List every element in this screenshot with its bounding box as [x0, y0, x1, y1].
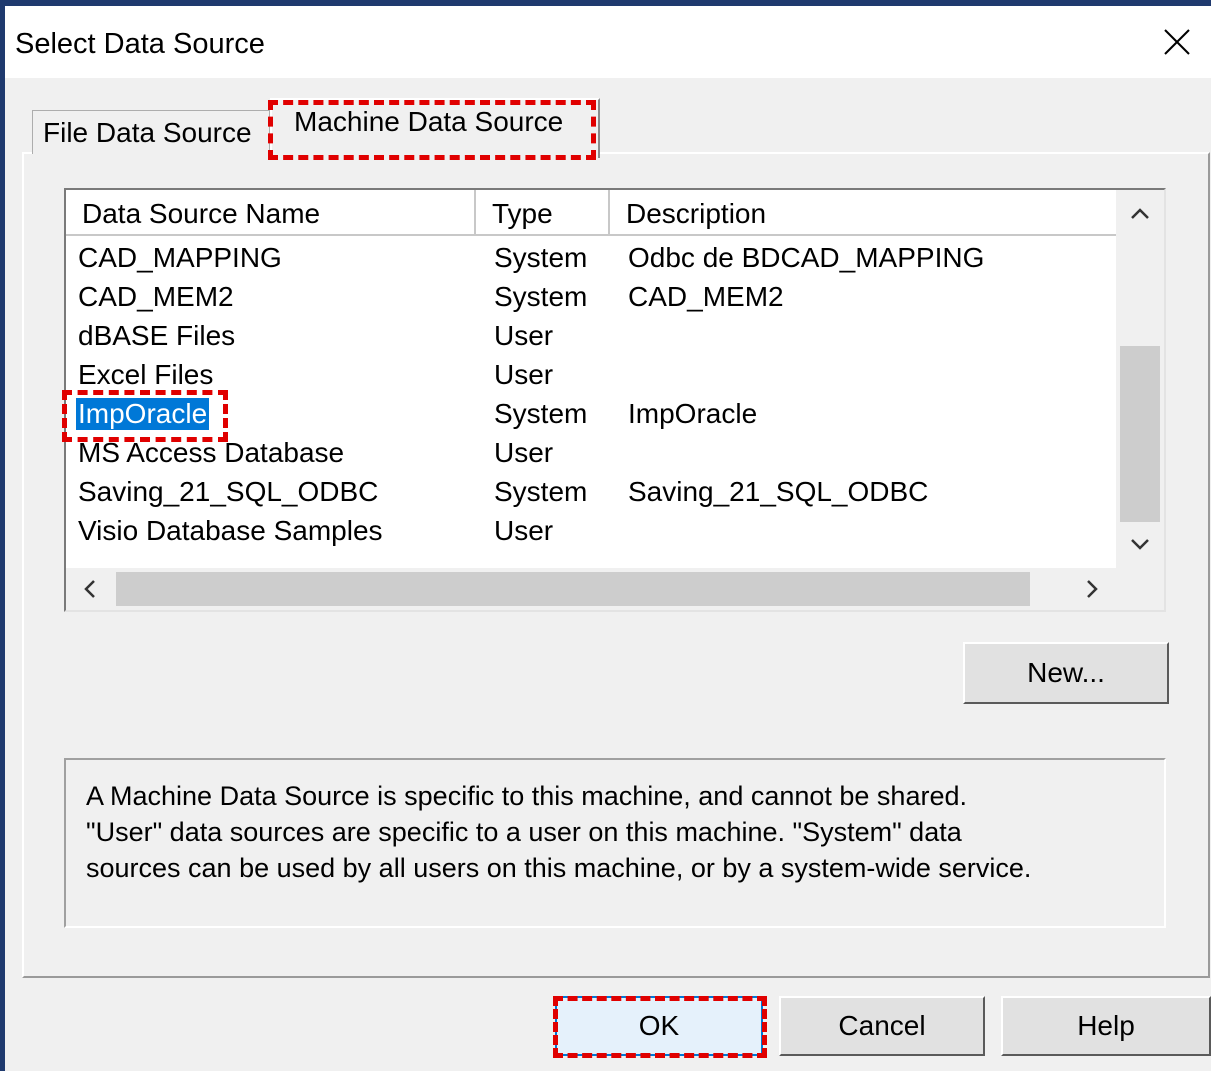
scroll-up-button[interactable] — [1116, 190, 1164, 238]
list-item-type: User — [494, 320, 554, 351]
chevron-down-icon — [1131, 539, 1149, 550]
scroll-left-button[interactable] — [66, 568, 114, 610]
scroll-right-button[interactable] — [1068, 568, 1116, 610]
highlight-machine-data-source-tab — [268, 100, 596, 160]
list-item[interactable]: CAD_MEM2 System CAD_MEM2 — [66, 277, 1116, 316]
list-item-description: Saving_21_SQL_ODBC — [628, 476, 929, 507]
chevron-left-icon — [84, 580, 95, 598]
info-box: A Machine Data Source is specific to thi… — [64, 758, 1166, 928]
list-item-type: User — [494, 515, 554, 546]
horizontal-scroll-thumb[interactable] — [116, 572, 1030, 606]
list-item-name: CAD_MEM2 — [78, 281, 234, 312]
list-item-description: Odbc de BDCAD_MAPPING — [628, 242, 985, 273]
list-item-description: ImpOracle — [628, 398, 758, 429]
list-item-description: CAD_MEM2 — [628, 281, 784, 312]
list-item-type: User — [494, 437, 554, 468]
vertical-scroll-thumb[interactable] — [1120, 346, 1160, 522]
scroll-down-button[interactable] — [1116, 520, 1164, 568]
help-button[interactable]: Help — [1001, 996, 1211, 1056]
close-icon — [1164, 29, 1190, 55]
list-item-type: System — [494, 242, 588, 273]
window-frame-left — [0, 0, 5, 1071]
close-button[interactable] — [1143, 6, 1211, 78]
info-text-line-1: A Machine Data Source is specific to thi… — [86, 781, 967, 811]
list-item-name: CAD_MAPPING — [78, 242, 282, 273]
list-item-name: Visio Database Samples — [78, 515, 383, 546]
info-text-line-2: "User" data sources are specific to a us… — [86, 817, 962, 847]
list-item[interactable]: dBASE Files User — [66, 316, 1116, 355]
chevron-right-icon — [1087, 580, 1098, 598]
new-button[interactable]: New... — [963, 642, 1169, 704]
tab-file-data-source[interactable]: File Data Source — [32, 110, 270, 154]
highlight-imporacle-row — [62, 390, 228, 442]
list-item[interactable]: Saving_21_SQL_ODBC System Saving_21_SQL_… — [66, 472, 1116, 511]
list-item-name: Excel Files — [78, 359, 214, 390]
column-header-name[interactable]: Data Source Name — [66, 190, 476, 236]
list-item[interactable]: Visio Database Samples User — [66, 511, 1116, 550]
title-bar: Select Data Source — [5, 6, 1211, 78]
list-item-type: System — [494, 398, 588, 429]
list-item-name: dBASE Files — [78, 320, 236, 351]
data-source-list[interactable]: Data Source Name Type Description CAD_MA… — [64, 188, 1166, 612]
list-item-name: Saving_21_SQL_ODBC — [78, 476, 379, 507]
vertical-scrollbar[interactable] — [1116, 190, 1164, 568]
info-text-line-3: sources can be used by all users on this… — [86, 853, 1032, 883]
list-item-type: System — [494, 476, 588, 507]
list-item[interactable]: CAD_MAPPING System Odbc de BDCAD_MAPPING — [66, 238, 1116, 277]
list-item-type: User — [494, 359, 554, 390]
scroll-corner — [1116, 568, 1164, 610]
highlight-ok-button — [553, 996, 767, 1058]
column-header-type[interactable]: Type — [476, 190, 610, 236]
chevron-up-icon — [1131, 208, 1149, 219]
window-title: Select Data Source — [15, 28, 265, 60]
list-item[interactable]: Excel Files User — [66, 355, 1116, 394]
cancel-button[interactable]: Cancel — [779, 996, 985, 1056]
list-item-type: System — [494, 281, 588, 312]
horizontal-scrollbar[interactable] — [66, 568, 1116, 610]
column-header-description[interactable]: Description — [610, 190, 1116, 236]
